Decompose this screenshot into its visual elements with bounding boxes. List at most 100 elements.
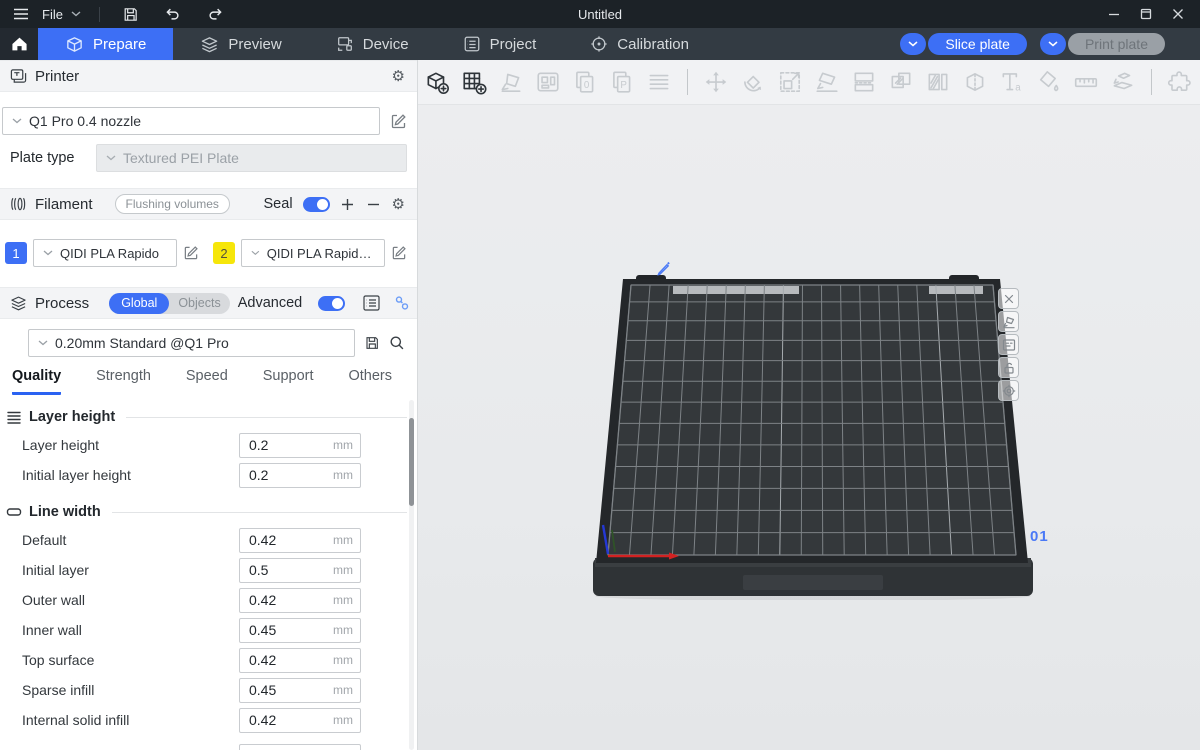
move-icon[interactable]	[703, 69, 729, 95]
viewport-3d[interactable]: 0Pa 01	[418, 60, 1200, 750]
filament-1-badge[interactable]: 1	[5, 242, 27, 264]
process-preset-dropdown[interactable]: 0.20mm Standard @Q1 Pro	[28, 329, 355, 357]
add-object-icon[interactable]	[424, 69, 450, 95]
auto-orient-plate-icon[interactable]	[998, 311, 1019, 332]
svg-text:a: a	[1015, 83, 1021, 94]
process-tab-support[interactable]: Support	[263, 368, 314, 395]
lay-on-face-icon[interactable]	[814, 69, 840, 95]
cut-icon[interactable]	[851, 69, 877, 95]
close-button[interactable]	[1162, 0, 1194, 28]
settings-panel: Printer ⚙ Q1 Pro 0.4 nozzle Plate type T…	[0, 60, 418, 750]
lock-plate-icon[interactable]	[998, 357, 1019, 378]
copy-icon[interactable]: 0	[572, 69, 598, 95]
arrange-plate-icon[interactable]	[998, 334, 1019, 355]
filament-2-badge[interactable]: 2	[213, 242, 235, 264]
setting-label: Initial layer height	[22, 467, 131, 483]
tab-device[interactable]: Device	[309, 28, 436, 60]
panel-scrollbar-thumb[interactable]	[409, 418, 414, 506]
add-plate-icon[interactable]	[461, 69, 487, 95]
setting-row-partial	[0, 741, 417, 750]
settings-group: Line width Default mm Initial layer mm O…	[0, 504, 417, 735]
redo-icon[interactable]	[202, 1, 228, 27]
file-menu[interactable]: File	[42, 7, 63, 22]
search-preset-icon[interactable]	[389, 335, 405, 351]
setting-label: Top surface	[22, 652, 94, 668]
setting-row: Outer wall mm	[0, 585, 417, 615]
printer-settings-gear-icon[interactable]: ⚙	[392, 69, 405, 84]
seal-toggle[interactable]	[303, 197, 330, 212]
setting-unit: mm	[333, 623, 353, 637]
process-tab-quality[interactable]: Quality	[12, 368, 61, 395]
plate-type-dropdown[interactable]: Textured PEI Plate	[96, 144, 407, 172]
setting-input[interactable]	[239, 744, 361, 750]
advanced-toggle[interactable]	[318, 296, 345, 311]
save-icon[interactable]	[118, 1, 144, 27]
print-plate-button[interactable]: Print plate	[1068, 33, 1165, 55]
slice-plate-button[interactable]: Slice plate	[928, 33, 1027, 55]
filament-1-dropdown[interactable]: QIDI PLA Rapido	[33, 239, 177, 267]
build-plate[interactable]	[591, 270, 1041, 600]
printer-preset-dropdown[interactable]: Q1 Pro 0.4 nozzle	[2, 107, 380, 135]
setting-unit: mm	[333, 593, 353, 607]
color-painting-icon[interactable]	[1036, 69, 1062, 95]
slice-options-chevron[interactable]	[900, 33, 926, 55]
parameter-filter-icon[interactable]	[394, 295, 410, 311]
edit-filament-1-icon[interactable]	[183, 245, 199, 261]
scope-option-global[interactable]: Global	[109, 293, 169, 314]
plate-base	[593, 558, 1033, 596]
process-tab-strength[interactable]: Strength	[96, 368, 151, 395]
parameter-list-icon[interactable]	[363, 295, 380, 311]
file-menu-chevron-icon[interactable]	[71, 11, 81, 17]
setting-row: Default mm	[0, 525, 417, 555]
maximize-button[interactable]	[1130, 0, 1162, 28]
paste-icon[interactable]: P	[609, 69, 635, 95]
delete-all-icon[interactable]	[998, 288, 1019, 309]
setting-label: Layer height	[22, 437, 99, 453]
plate-settings-icon[interactable]	[998, 380, 1019, 401]
plugin-icon[interactable]	[1167, 69, 1193, 95]
mesh-boolean-icon[interactable]	[888, 69, 914, 95]
viewport-toolbar: 0Pa	[418, 60, 1200, 105]
filament-2-dropdown[interactable]: QIDI PLA Rapido M...	[241, 239, 385, 267]
print-options-chevron[interactable]	[1040, 33, 1066, 55]
undo-icon[interactable]	[160, 1, 186, 27]
add-filament-icon[interactable]	[340, 196, 356, 212]
plate-name-edit-icon[interactable]	[656, 260, 672, 276]
setting-label: Sparse infill	[22, 682, 94, 698]
measure-icon[interactable]	[1073, 69, 1099, 95]
save-preset-icon[interactable]	[364, 335, 380, 351]
home-button[interactable]	[0, 28, 38, 60]
auto-orient-icon[interactable]	[498, 69, 524, 95]
assembly-icon[interactable]	[1110, 69, 1136, 95]
settings-group-header: Line width	[6, 504, 407, 520]
filament-settings-gear-icon[interactable]: ⚙	[392, 197, 405, 212]
assembly-view-icon[interactable]	[646, 69, 672, 95]
edit-printer-icon[interactable]	[390, 113, 407, 130]
variable-layer-height-icon[interactable]	[925, 69, 951, 95]
flushing-volumes-button[interactable]: Flushing volumes	[115, 194, 230, 214]
plate-toolbar	[998, 288, 1019, 403]
scale-icon[interactable]	[777, 69, 803, 95]
arrange-icon[interactable]	[535, 69, 561, 95]
minimize-button[interactable]	[1098, 0, 1130, 28]
advanced-label: Advanced	[238, 295, 303, 311]
hamburger-menu-icon[interactable]	[8, 1, 34, 27]
tab-project[interactable]: Project	[436, 28, 564, 60]
tab-calibration[interactable]: Calibration	[563, 28, 716, 60]
chevron-down-icon	[43, 250, 53, 256]
canvas-3d[interactable]: 01	[418, 105, 1200, 750]
text-shape-icon[interactable]: a	[999, 69, 1025, 95]
plate-surface[interactable]	[608, 285, 1016, 555]
tab-prepare[interactable]: Prepare	[38, 28, 173, 60]
tab-preview[interactable]: Preview	[173, 28, 308, 60]
edit-filament-2-icon[interactable]	[391, 245, 407, 261]
printer-section-label: Printer	[35, 68, 79, 85]
printer-icon	[10, 68, 27, 84]
process-tab-others[interactable]: Others	[348, 368, 392, 395]
settings-group-divider	[112, 512, 407, 513]
remove-filament-icon[interactable]	[366, 196, 382, 212]
scope-option-objects[interactable]: Objects	[169, 293, 229, 314]
rotate-icon[interactable]	[740, 69, 766, 95]
process-tab-speed[interactable]: Speed	[186, 368, 228, 395]
split-icon[interactable]	[962, 69, 988, 95]
